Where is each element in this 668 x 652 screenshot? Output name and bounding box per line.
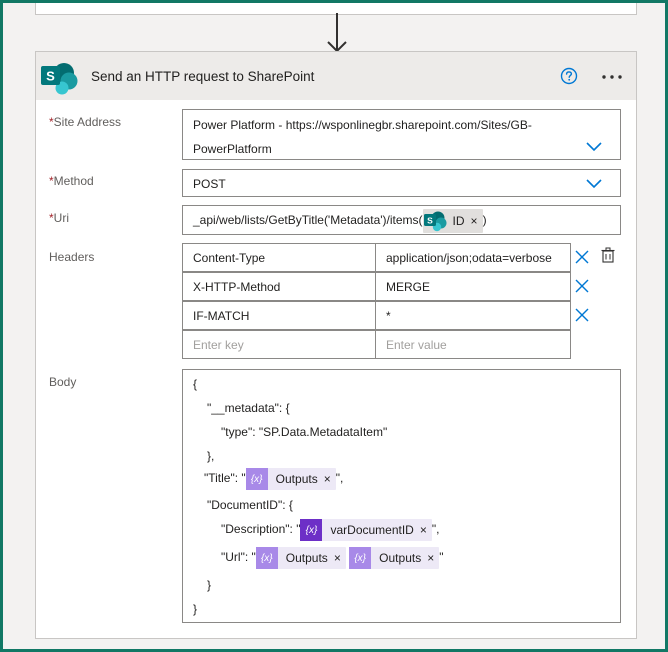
http-request-action-card: S Send an HTTP request to SharePoint *Si… [35,51,637,639]
help-circle-icon[interactable] [560,67,578,85]
expression-icon: {x} [349,547,372,569]
uri-content: _api/web/lists/GetByTitle('Metadata')/it… [193,209,487,233]
action-title: Send an HTTP request to SharePoint [91,69,315,84]
ellipsis-icon[interactable] [601,62,625,90]
uri-label-text: Uri [53,211,69,225]
body-text: "Description": " [221,522,301,537]
uri-input[interactable]: _api/web/lists/GetByTitle('Metadata')/it… [182,205,621,235]
uri-label: *Uri [49,211,69,225]
sharepoint-logo-letter: S [46,69,55,84]
body-text: " [439,550,444,565]
variable-icon: {x} [300,519,323,541]
expression-icon: {x} [245,468,268,490]
body-line: "DocumentID": { [207,498,293,512]
token-label: Outputs [275,472,318,486]
header-value-field[interactable]: MERGE [375,272,571,301]
expression-icon: {x} [255,547,278,569]
body-line: }, [207,449,215,463]
arrow-down-icon [327,13,347,53]
close-icon[interactable]: × [324,472,336,486]
site-address-value-line1: Power Platform - https://wsponlinegbr.sh… [193,118,532,132]
body-line: "type": "SP.Data.MetadataItem" [221,425,388,439]
close-icon[interactable]: × [334,551,346,565]
delete-icon[interactable] [600,247,616,263]
body-label: Body [49,375,77,389]
body-line: "__metadata": { [207,401,290,415]
body-text: ", [431,522,440,537]
body-line: { [193,377,198,391]
close-icon[interactable] [575,250,589,264]
outputs-token[interactable]: {x} Outputs × [349,547,440,569]
uri-suffix: ) [482,213,487,228]
body-text: "Title": " [204,471,246,486]
close-icon[interactable]: × [427,551,439,565]
token-label: Outputs [379,551,422,565]
headers-label: Headers [49,250,95,264]
close-icon[interactable] [575,279,589,293]
site-address-dropdown[interactable]: Power Platform - https://wsponlinegbr.sh… [182,109,621,160]
header-key-input[interactable]: Enter key [182,330,376,359]
site-address-label: *Site Address [49,115,121,129]
body-line: } [207,578,212,592]
outputs-token[interactable]: {x} Outputs × [255,547,346,569]
site-address-value-line2: PowerPlatform [193,142,272,156]
header-key-field[interactable]: IF-MATCH [182,301,376,330]
header-value-field[interactable]: * [375,301,571,330]
sharepoint-token-icon: S [423,211,447,232]
body-line-description: "Description": " {x} varDocumentID × ", [221,519,439,541]
svg-text:S: S [427,216,433,226]
variable-token[interactable]: {x} varDocumentID × [300,519,432,541]
site-address-label-text: Site Address [53,115,122,129]
header-key-field[interactable]: Content-Type [182,243,376,272]
uri-prefix: _api/web/lists/GetByTitle('Metadata')/it… [193,213,423,228]
body-text: "Url": " [221,550,256,565]
header-value-input[interactable]: Enter value [375,330,571,359]
chevron-down-icon[interactable] [586,179,602,189]
close-icon[interactable]: × [420,523,432,537]
body-editor[interactable]: { "__metadata": { "type": "SP.Data.Metad… [182,369,621,623]
uri-token-label: ID [452,214,465,228]
chevron-down-icon[interactable] [586,142,602,152]
screenshot-frame: S Send an HTTP request to SharePoint *Si… [0,0,668,652]
body-line-title: "Title": " {x} Outputs × ", [204,468,343,490]
body-line: } [193,602,198,616]
body-line-url: "Url": " {x} Outputs × {x} Outputs × " [221,547,443,569]
header-value-field[interactable]: application/json;odata=verbose [375,243,571,272]
method-label: *Method [49,174,94,188]
header-key-field[interactable]: X-HTTP-Method [182,272,376,301]
method-label-text: Method [53,174,94,188]
close-icon[interactable]: × [471,214,478,228]
token-label: Outputs [285,551,328,565]
close-icon[interactable] [575,308,589,322]
body-text: ", [335,471,344,486]
outputs-token[interactable]: {x} Outputs × [245,468,336,490]
uri-id-token[interactable]: S ID × [422,209,483,233]
method-dropdown[interactable]: POST [182,169,621,197]
token-label: varDocumentID [330,523,414,537]
sharepoint-logo-icon: S [41,63,78,95]
method-value: POST [193,177,226,191]
action-header[interactable]: S Send an HTTP request to SharePoint [36,52,636,100]
